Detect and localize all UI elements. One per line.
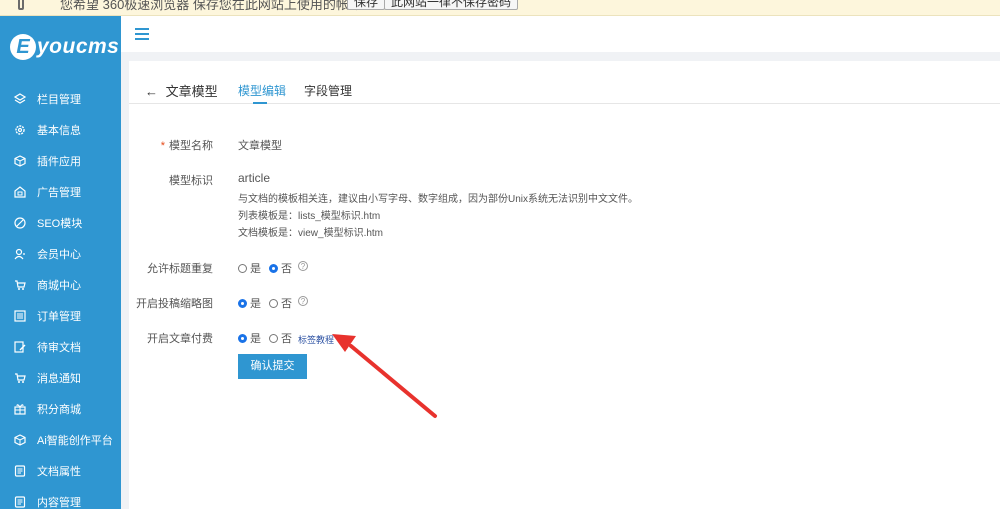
sidebar-item[interactable]: 订单管理 <box>0 300 121 331</box>
radio-icon <box>238 263 247 273</box>
sidebar-item-label: 内容管理 <box>37 496 81 509</box>
radio-checked-icon <box>269 263 278 273</box>
paid-article-no[interactable]: 否 <box>269 330 292 346</box>
sidebar-item-label: 基本信息 <box>37 124 81 137</box>
key-icon <box>18 0 24 10</box>
save-password-button[interactable]: 保存 <box>347 0 386 10</box>
help-icon[interactable]: ? <box>298 296 308 306</box>
view-template-hint: 文档模板是：view_模型标识.htm <box>238 228 384 239</box>
layers-icon <box>14 92 26 105</box>
save-password-message: 您希望 360极速浏览器 保存您在此网站上使用的帐号吗? <box>60 0 383 12</box>
model-id-label: 模型标识 <box>169 175 213 187</box>
sidebar-item[interactable]: 待审文档 <box>0 331 121 362</box>
sidebar-item[interactable]: 积分商城 <box>0 393 121 424</box>
doc-icon <box>14 495 26 508</box>
model-name-label: * 模型名称 <box>160 140 213 152</box>
sidebar-menu: 栏目管理基本信息插件应用广告管理 SEO模块会员中心商城中心订单管理待审文档消息通… <box>0 83 121 509</box>
paid-article-label: 开启文章付费 <box>147 333 213 345</box>
logo-badge: E <box>10 34 36 60</box>
thumb-upload-label: 开启投稿缩略图 <box>136 298 213 310</box>
cart-icon <box>14 372 26 384</box>
list-template-hint: 列表模板是：lists_模型标识.htm <box>238 211 381 222</box>
sidebar-item[interactable]: Ai智能创作平台 <box>0 424 121 455</box>
required-mark: * <box>160 140 165 152</box>
ad-icon <box>14 185 26 198</box>
sidebar-item-label: 订单管理 <box>37 310 81 323</box>
edit-doc-icon <box>14 340 26 353</box>
browser-save-password-bar: 您希望 360极速浏览器 保存您在此网站上使用的帐号吗? 保存 此网站一律不保存… <box>0 0 1000 16</box>
brand-logo[interactable]: E youcms <box>10 33 119 61</box>
sidebar-item[interactable]: 商城中心 <box>0 269 121 300</box>
model-id-hint: 与文档的模板相关连，建议由小写字母、数字组成，因为部份Unix系统无法识别中文文… <box>238 194 639 205</box>
cube-icon <box>14 433 26 446</box>
sidebar-item[interactable]: 广告管理 <box>0 176 121 207</box>
back-arrow-icon: ← <box>145 84 158 99</box>
tab-model-edit[interactable]: 模型编辑 <box>238 82 286 99</box>
tag-tutorial-link[interactable]: 标签教程 <box>298 333 334 346</box>
model-name-value: 文章模型 <box>238 140 282 152</box>
confirm-submit-button[interactable]: 确认提交 <box>238 354 307 379</box>
help-icon[interactable]: ? <box>298 261 308 271</box>
back-label: 文章模型 <box>165 84 218 99</box>
sidebar-item-label: 积分商城 <box>37 403 81 416</box>
doc-icon <box>14 464 26 477</box>
active-tab-indicator <box>253 102 267 104</box>
sidebar-item[interactable]: 栏目管理 <box>0 83 121 114</box>
thumb-upload-no[interactable]: 否 <box>269 295 292 311</box>
sidebar-item[interactable]: 基本信息 <box>0 114 121 145</box>
back-link[interactable]: ← 文章模型 <box>145 81 218 100</box>
logo-text: youcms <box>37 35 120 58</box>
sidebar-item-label: 广告管理 <box>37 186 81 199</box>
cube-icon <box>14 154 26 167</box>
menu-toggle-icon[interactable] <box>135 28 149 40</box>
sidebar-item-label: 消息通知 <box>37 372 81 385</box>
sidebar-item-label: Ai智能创作平台 <box>37 434 113 447</box>
list-icon <box>14 309 26 322</box>
sidebar-item-label: 文档属性 <box>37 465 81 478</box>
cart-icon <box>14 279 26 291</box>
tab-bar: ← 文章模型 模型编辑 字段管理 <box>129 61 1000 104</box>
sidebar-item-label: 栏目管理 <box>37 93 81 106</box>
sidebar-item[interactable]: SEO模块 <box>0 207 121 238</box>
sidebar-item[interactable]: 内容管理 <box>0 486 121 509</box>
seo-icon <box>14 216 26 229</box>
radio-icon <box>269 333 278 343</box>
sidebar-item-label: SEO模块 <box>37 217 83 230</box>
sidebar-item-label: 插件应用 <box>37 155 81 168</box>
sidebar-item[interactable]: 插件应用 <box>0 145 121 176</box>
sidebar-item[interactable]: 文档属性 <box>0 455 121 486</box>
never-save-button[interactable]: 此网站一律不保存密码 <box>384 0 519 10</box>
radio-icon <box>269 298 278 308</box>
model-id-value: article <box>238 171 271 185</box>
gift-icon <box>14 403 26 415</box>
user-icon <box>14 248 26 260</box>
sidebar: E youcms 栏目管理基本信息插件应用广告管理 SEO模块会员中心商城中心订单… <box>0 16 121 509</box>
top-header <box>121 16 1000 52</box>
radio-checked-icon <box>238 298 247 308</box>
sidebar-item[interactable]: 消息通知 <box>0 362 121 393</box>
sidebar-item-label: 商城中心 <box>37 279 81 292</box>
radio-checked-icon <box>238 333 247 343</box>
paid-article-yes[interactable]: 是 <box>238 330 261 346</box>
allow-dup-title-label: 允许标题重复 <box>147 263 213 275</box>
sidebar-item[interactable]: 会员中心 <box>0 238 121 269</box>
sidebar-item-label: 待审文档 <box>37 341 81 354</box>
tab-field-manage[interactable]: 字段管理 <box>304 82 352 99</box>
gear-icon <box>14 124 26 136</box>
allow-dup-title-yes[interactable]: 是 <box>238 260 261 276</box>
content-panel: ← 文章模型 模型编辑 字段管理 * 模型名称 文章模型 模型标识 article… <box>129 61 1000 509</box>
sidebar-item-label: 会员中心 <box>37 248 81 261</box>
thumb-upload-yes[interactable]: 是 <box>238 295 261 311</box>
allow-dup-title-no[interactable]: 否 <box>269 260 292 276</box>
